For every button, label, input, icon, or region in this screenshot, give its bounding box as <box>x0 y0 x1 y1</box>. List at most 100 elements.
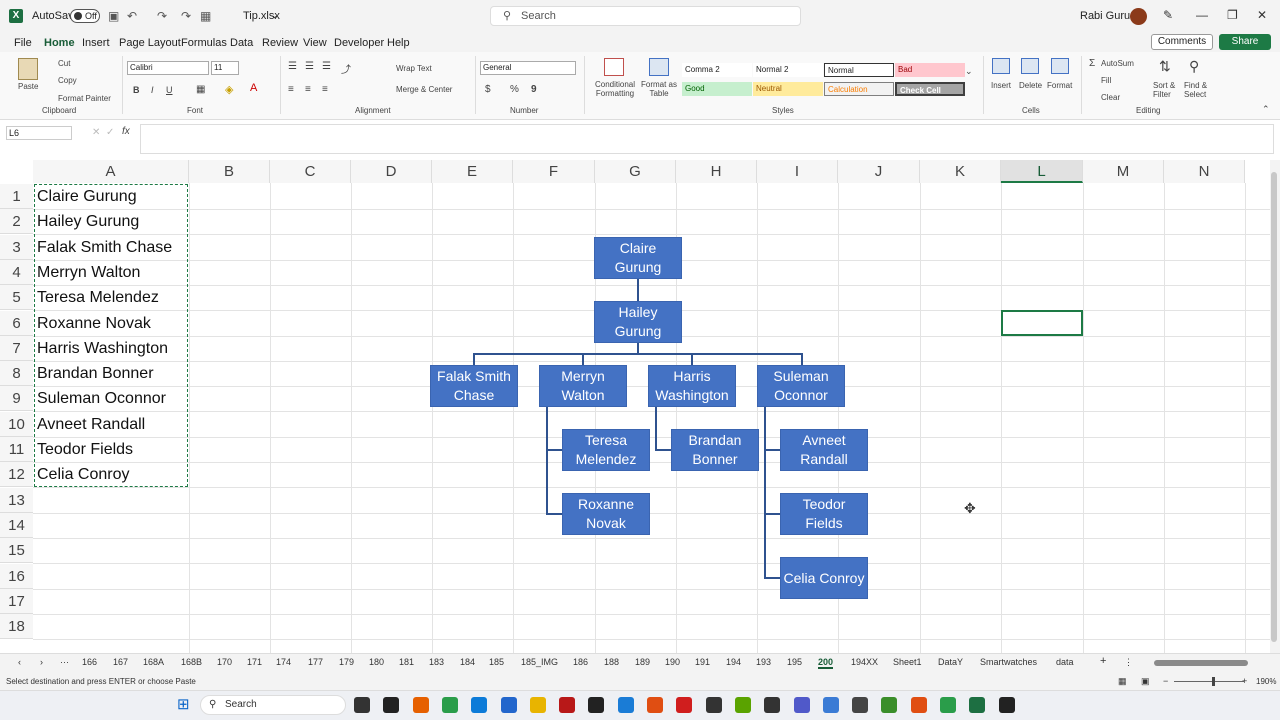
tab-188[interactable]: 188 <box>604 657 619 667</box>
tab-194xx[interactable]: 194XX <box>851 657 878 667</box>
number-format-select[interactable]: General <box>480 61 576 75</box>
org-node-roxanne[interactable]: Roxanne Novak <box>562 493 650 535</box>
menu-developer[interactable]: Developer <box>334 37 384 49</box>
add-sheet-icon[interactable]: + <box>1100 655 1106 667</box>
row-header-5[interactable]: 5 <box>0 285 33 311</box>
tab-191[interactable]: 191 <box>695 657 710 667</box>
tab-177[interactable]: 177 <box>308 657 323 667</box>
tab-sheet1[interactable]: Sheet1 <box>893 657 922 667</box>
row-header-4[interactable]: 4 <box>0 259 33 285</box>
column-header-g[interactable]: G <box>595 160 676 183</box>
underline-button[interactable]: U <box>166 85 173 95</box>
style-check-cell[interactable]: Check Cell <box>895 82 965 96</box>
org-node-claire[interactable]: Claire Gurung <box>594 237 682 279</box>
align-top-icon[interactable]: ☰ <box>288 61 297 72</box>
align-middle-icon[interactable]: ☰ <box>305 61 314 72</box>
format-painter-button[interactable]: Format Painter <box>58 94 111 103</box>
tab-180[interactable]: 180 <box>369 657 384 667</box>
tab-174[interactable]: 174 <box>276 657 291 667</box>
conditional-formatting-icon[interactable] <box>604 58 624 76</box>
tool-icon[interactable] <box>705 697 722 713</box>
tab-179[interactable]: 179 <box>339 657 354 667</box>
redo-icon[interactable]: ↷ <box>157 9 167 23</box>
name-box[interactable]: L6 <box>6 126 72 140</box>
column-header-c[interactable]: C <box>270 160 351 183</box>
column-header-e[interactable]: E <box>432 160 513 183</box>
tab-prev-icon[interactable]: ‹ <box>18 657 21 667</box>
org-node-brandan[interactable]: Brandan Bonner <box>671 429 759 471</box>
italic-button[interactable]: I <box>151 85 154 95</box>
tab-190[interactable]: 190 <box>665 657 680 667</box>
tab-datay[interactable]: DataY <box>938 657 963 667</box>
calendar-icon[interactable] <box>500 697 517 713</box>
style-comma2[interactable]: Comma 2 <box>682 63 752 77</box>
task-view-icon[interactable] <box>354 697 370 713</box>
excel-icon[interactable] <box>969 697 986 713</box>
menu-review[interactable]: Review <box>262 37 298 49</box>
zoom-in-icon[interactable]: + <box>1242 676 1247 686</box>
sort-filter-button[interactable]: Sort & Filter <box>1153 81 1183 99</box>
conditional-formatting-button[interactable]: Conditional Formatting <box>590 80 640 98</box>
cut-button[interactable]: Cut <box>58 59 70 68</box>
font-color-icon[interactable]: A <box>250 82 257 94</box>
menu-data[interactable]: Data <box>230 37 253 49</box>
tab-more-icon[interactable]: ··· <box>60 657 69 667</box>
format-cells-icon[interactable] <box>1051 58 1069 74</box>
zoom-out-icon[interactable]: − <box>1163 676 1168 686</box>
row-header-11[interactable]: 11 <box>0 437 33 462</box>
photos-icon[interactable] <box>822 697 839 713</box>
column-header-l[interactable]: L <box>1001 160 1083 183</box>
chrome-icon[interactable] <box>441 697 458 713</box>
menu-insert[interactable]: Insert <box>82 37 110 49</box>
comma-button[interactable]: 9 <box>531 84 537 95</box>
tab-167[interactable]: 167 <box>113 657 128 667</box>
menu-file[interactable]: File <box>14 37 32 49</box>
column-header-k[interactable]: K <box>920 160 1001 183</box>
save-icon[interactable]: ▣ <box>108 9 119 23</box>
style-neutral[interactable]: Neutral <box>753 82 823 96</box>
style-bad[interactable]: Bad <box>895 63 965 77</box>
tab-168b[interactable]: 168B <box>181 657 202 667</box>
table-icon[interactable]: ▦ <box>200 9 211 23</box>
merge-center-button[interactable]: Merge & Center <box>396 85 452 94</box>
org-node-teresa[interactable]: Teresa Melendez <box>562 429 650 471</box>
autosum-button[interactable]: AutoSum <box>1101 59 1134 68</box>
confirm-icon[interactable]: ✓ <box>106 127 114 138</box>
percent-button[interactable]: % <box>510 84 519 95</box>
org-node-hailey[interactable]: Hailey Gurung <box>594 301 682 343</box>
org-node-falak[interactable]: Falak Smith Chase <box>430 365 518 407</box>
cancel-icon[interactable]: ✕ <box>92 127 100 138</box>
column-header-d[interactable]: D <box>351 160 432 183</box>
tab-170[interactable]: 170 <box>217 657 232 667</box>
find-select-button[interactable]: Find & Select <box>1184 81 1214 99</box>
row-header-6[interactable]: 6 <box>0 310 33 336</box>
orientation-icon[interactable]: ⤴ <box>341 61 351 76</box>
org-node-harris[interactable]: Harris Washington <box>648 365 736 407</box>
pen-icon[interactable]: ✎ <box>1163 8 1173 22</box>
paste-label[interactable]: Paste <box>18 82 38 91</box>
search-input[interactable]: ⚲ Search <box>490 6 801 26</box>
borders-icon[interactable]: ▦ <box>196 84 205 95</box>
obs-icon[interactable] <box>998 697 1015 713</box>
row-header-17[interactable]: 17 <box>0 588 33 614</box>
format-cells-button[interactable]: Format <box>1047 81 1072 90</box>
zoom-slider-thumb[interactable] <box>1212 677 1215 686</box>
chrome-profile-icon[interactable] <box>940 697 956 713</box>
org-node-suleman[interactable]: Suleman Oconnor <box>757 365 845 407</box>
close-icon[interactable]: ✕ <box>1257 8 1267 22</box>
zoom-level[interactable]: 190% <box>1256 677 1276 686</box>
terminal-icon[interactable] <box>764 697 781 713</box>
copy-button[interactable]: Copy <box>58 76 77 85</box>
column-header-h[interactable]: H <box>676 160 757 183</box>
column-header-j[interactable]: J <box>838 160 920 183</box>
delete-cells-icon[interactable] <box>1021 58 1039 74</box>
tab-183[interactable]: 183 <box>429 657 444 667</box>
row-header-18[interactable]: 18 <box>0 614 33 640</box>
tab-200[interactable]: 200 <box>818 657 834 669</box>
fill-button[interactable]: Fill <box>1101 76 1111 85</box>
zoom-slider[interactable] <box>1174 681 1244 682</box>
fx-icon[interactable]: fx <box>122 126 130 137</box>
chevron-down-icon[interactable]: ⌄ <box>271 10 279 21</box>
selected-cell[interactable] <box>1001 310 1083 336</box>
row-header-15[interactable]: 15 <box>0 538 33 564</box>
